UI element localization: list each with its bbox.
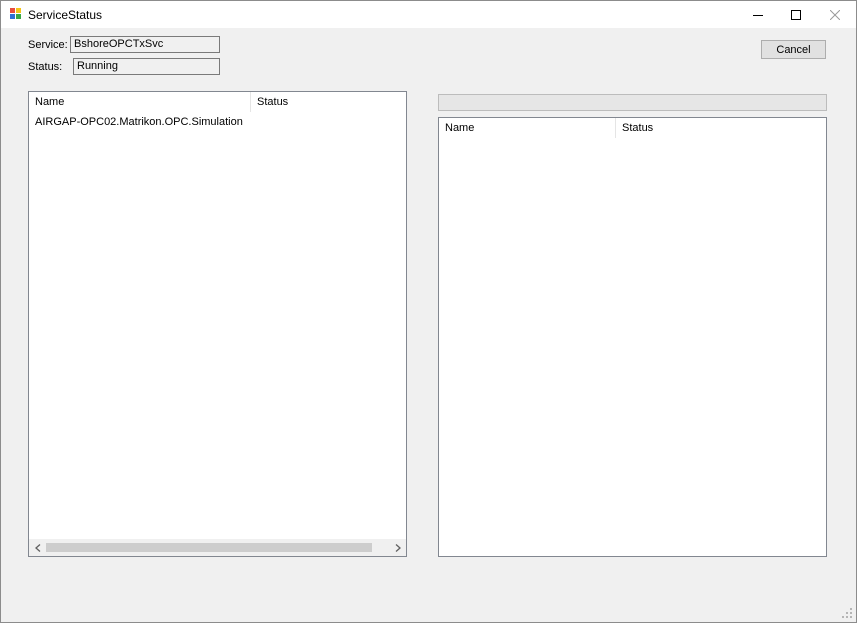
list-item-name: AIRGAP-OPC02.Matrikon.OPC.Simulation xyxy=(35,116,243,128)
column-header-status[interactable]: Status xyxy=(616,118,766,138)
window-title: ServiceStatus xyxy=(28,8,103,22)
chevron-right-icon xyxy=(395,543,401,552)
service-field[interactable]: BshoreOPCTxSvc xyxy=(70,36,220,53)
horizontal-scrollbar[interactable] xyxy=(29,539,406,556)
progress-bar xyxy=(438,94,827,111)
scroll-thumb[interactable] xyxy=(46,543,372,552)
minimize-icon xyxy=(753,14,763,16)
resize-grip-icon[interactable] xyxy=(842,608,853,619)
scroll-left-button[interactable] xyxy=(29,539,46,556)
list-header: Name Status xyxy=(439,118,826,138)
services-list[interactable]: Name Status AIRGAP-OPC02.Matrikon.OPC.Si… xyxy=(28,91,407,557)
column-header-status[interactable]: Status xyxy=(251,92,401,112)
list-header: Name Status xyxy=(29,92,406,112)
close-button[interactable] xyxy=(812,1,857,28)
column-header-name[interactable]: Name xyxy=(29,92,251,112)
cancel-button[interactable]: Cancel xyxy=(761,40,826,59)
service-status-window: ServiceStatus Service: BshoreOPCTxSvc St… xyxy=(0,0,857,623)
status-field[interactable]: Running xyxy=(73,58,220,75)
status-label: Status: xyxy=(28,61,63,73)
app-icon xyxy=(10,8,22,20)
details-list[interactable]: Name Status xyxy=(438,117,827,557)
chevron-left-icon xyxy=(34,543,40,552)
scroll-right-button[interactable] xyxy=(389,539,406,556)
service-label: Service: xyxy=(28,39,68,51)
close-icon xyxy=(830,9,840,20)
maximize-icon xyxy=(791,9,801,20)
list-item[interactable]: AIRGAP-OPC02.Matrikon.OPC.Simulation xyxy=(29,114,389,131)
title-bar[interactable]: ServiceStatus xyxy=(1,1,856,28)
column-header-name[interactable]: Name xyxy=(439,118,616,138)
